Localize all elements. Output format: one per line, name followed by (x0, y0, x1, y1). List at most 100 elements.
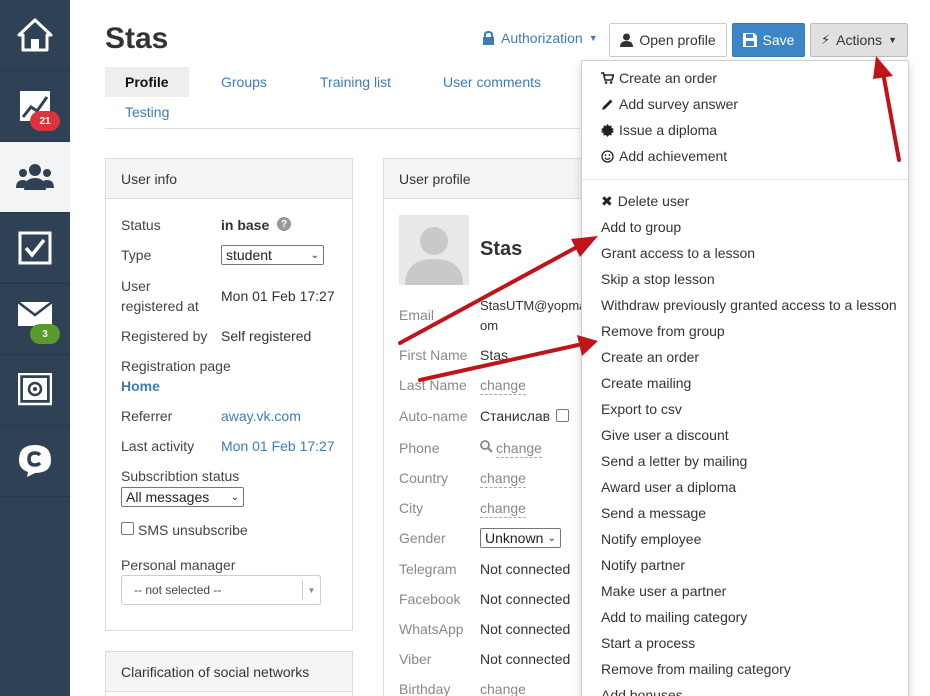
registered-by-label: Registered by (121, 328, 208, 344)
actions-label: Actions (836, 32, 883, 48)
auto-name-checkbox[interactable] (556, 409, 569, 422)
help-icon[interactable]: ? (277, 217, 291, 231)
country-change[interactable]: change (480, 469, 526, 488)
gender-label: Gender (399, 530, 446, 546)
menu-item-send-message[interactable]: Send a message (601, 503, 706, 523)
email-value-line1: StasUTM@yopma (480, 298, 587, 313)
birthday-change[interactable]: change (480, 680, 526, 696)
sidebar-item-logo[interactable] (0, 426, 70, 497)
stats-badge: 21 (30, 111, 60, 131)
caret-down-icon: ▼ (588, 33, 598, 43)
avatar[interactable] (399, 215, 469, 285)
menu-item-withdraw-access[interactable]: Withdraw previously granted access to a … (601, 295, 897, 315)
registration-page-link[interactable]: Home (121, 376, 160, 396)
menu-item-start-process[interactable]: Start a process (601, 633, 695, 653)
save-button[interactable]: Save (732, 23, 805, 57)
status-value: in base (221, 217, 270, 233)
menu-item-create-order[interactable]: Create an order (601, 347, 699, 367)
tab-testing[interactable]: Testing (105, 97, 189, 127)
menu-item-make-partner[interactable]: Make user a partner (601, 581, 726, 601)
sms-unsubscribe-checkbox[interactable] (121, 522, 134, 535)
auto-name-label: Auto-name (399, 408, 468, 424)
menu-item-create-mailing[interactable]: Create mailing (601, 373, 691, 393)
menu-item-add-to-group[interactable]: Add to group (601, 217, 681, 237)
menu-item-give-discount[interactable]: Give user a discount (601, 425, 729, 445)
user-profile-title: User profile (384, 159, 602, 199)
menu-item-remove-mailing-category[interactable]: Remove from mailing category (601, 659, 791, 679)
sidebar-item-settings[interactable] (0, 355, 70, 426)
first-name-label: First Name (399, 347, 468, 363)
menu-item-remove-from-group[interactable]: Remove from group (601, 321, 725, 341)
tab-groups[interactable]: Groups (201, 67, 287, 97)
registered-by-value: Self registered (221, 328, 312, 344)
authorization-label: Authorization (501, 30, 583, 46)
authorization-dropdown[interactable]: Authorization ▼ (482, 30, 598, 46)
menu-item-label: Issue a diploma (619, 122, 718, 138)
menu-item-delete-user[interactable]: ✖ Delete user (601, 191, 689, 211)
caret-down-icon: ▼ (302, 580, 320, 600)
last-activity-value[interactable]: Mon 01 Feb 17:27 (221, 436, 335, 456)
cart-icon (601, 72, 614, 84)
referrer-link[interactable]: away.vk.com (221, 406, 301, 426)
menu-item-issue-diploma[interactable]: Issue a diploma (601, 120, 717, 140)
sidebar-item-users[interactable] (0, 142, 70, 213)
menu-item-create-order-top[interactable]: Create an order (601, 68, 717, 88)
city-label: City (399, 500, 424, 516)
messages-badge: 3 (30, 324, 60, 344)
last-name-change[interactable]: change (480, 376, 526, 395)
registered-label-line1: User (121, 278, 151, 294)
page-title: Stas (105, 22, 169, 55)
status-label: Status (121, 217, 161, 233)
smile-icon (601, 149, 614, 163)
menu-item-add-achievement[interactable]: Add achievement (601, 146, 727, 166)
user-info-title: User info (106, 159, 352, 199)
viber-label: Viber (399, 651, 432, 667)
sidebar-item-home[interactable] (0, 0, 70, 71)
gender-select[interactable]: Unknown ⌄ (480, 528, 561, 548)
bolt-icon: ⚡ (821, 32, 831, 47)
menu-item-skip-stop-lesson[interactable]: Skip a stop lesson (601, 269, 715, 289)
caret-down-icon: ▼ (888, 35, 897, 45)
facebook-label: Facebook (399, 591, 461, 607)
birthday-label: Birthday (399, 681, 451, 696)
city-change[interactable]: change (480, 499, 526, 518)
type-select-value: student (226, 247, 272, 263)
manager-select[interactable]: -- not selected -- ▼ (121, 575, 321, 605)
menu-item-notify-employee[interactable]: Notify employee (601, 529, 701, 549)
checkbox-icon (18, 231, 52, 265)
menu-item-add-bonuses[interactable]: Add bonuses (601, 685, 683, 696)
country-label: Country (399, 470, 449, 486)
sidebar-item-messages[interactable]: 3 (0, 284, 70, 355)
menu-item-export-csv[interactable]: Export to csv (601, 399, 682, 419)
menu-item-add-mailing-category[interactable]: Add to mailing category (601, 607, 747, 627)
registered-value: Mon 01 Feb 17:27 (221, 288, 335, 304)
tab-profile[interactable]: Profile (105, 67, 189, 97)
tab-user-comments[interactable]: User comments (423, 67, 561, 97)
actions-button[interactable]: ⚡ Actions ▼ (810, 23, 908, 57)
facebook-value: Not connected (480, 591, 571, 607)
type-select[interactable]: student ⌄ (221, 245, 324, 265)
registered-label-line2: registered at (121, 298, 199, 314)
menu-item-grant-access-lesson[interactable]: Grant access to a lesson (601, 243, 755, 263)
sidebar-item-stats[interactable]: 21 (0, 71, 70, 142)
phone-label: Phone (399, 440, 440, 456)
email-label: Email (399, 307, 435, 323)
menu-item-award-diploma[interactable]: Award user a diploma (601, 477, 736, 497)
social-title: Clarification of social networks (106, 652, 352, 692)
tabs-divider (105, 128, 580, 129)
menu-item-send-letter[interactable]: Send a letter by mailing (601, 451, 747, 471)
open-profile-button[interactable]: Open profile (609, 23, 727, 57)
sidebar-item-tasks[interactable] (0, 213, 70, 284)
sidebar: 21 3 (0, 0, 70, 696)
close-icon: ✖ (601, 192, 613, 209)
telegram-label: Telegram (399, 561, 457, 577)
phone-change[interactable]: change (496, 439, 542, 458)
subscription-select[interactable]: All messages ⌄ (121, 487, 244, 507)
users-icon (16, 164, 54, 190)
first-name-value: Stas (480, 347, 509, 363)
chevron-down-icon: ⌄ (310, 249, 319, 261)
menu-item-notify-partner[interactable]: Notify partner (601, 555, 685, 575)
subscription-label: Subscribtion status (121, 468, 240, 484)
menu-item-add-survey-answer[interactable]: Add survey answer (601, 94, 738, 114)
tab-training-list[interactable]: Training list (300, 67, 411, 97)
